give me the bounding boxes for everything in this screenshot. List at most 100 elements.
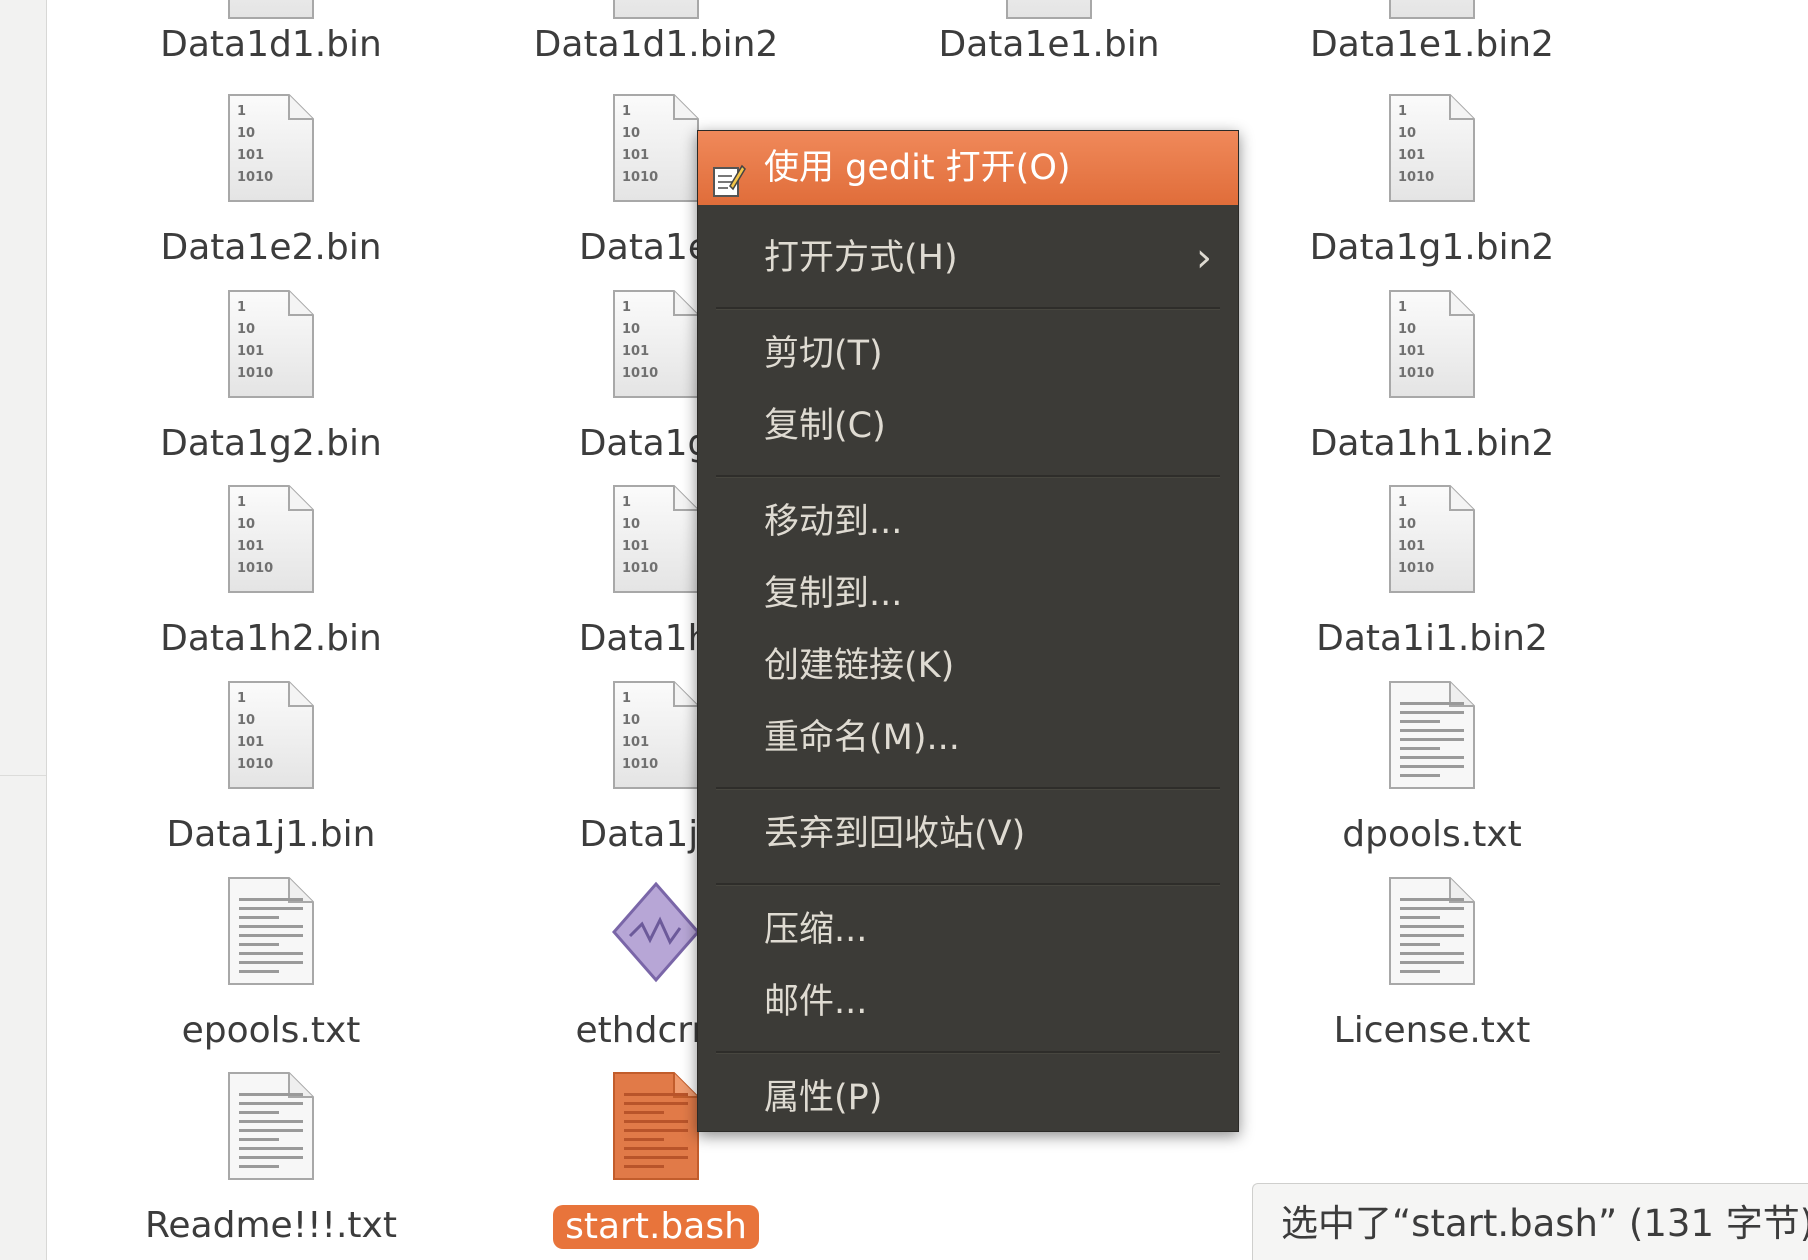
file-name-label: dpools.txt — [1342, 814, 1522, 855]
binary-file-icon: 110 1011010 — [225, 0, 317, 22]
file-item[interactable]: 1 10 101 1010 Data1g2.bin — [126, 289, 416, 489]
file-name-label: Data1d1.bin — [160, 24, 382, 65]
svg-text:10: 10 — [622, 126, 640, 141]
svg-text:101: 101 — [622, 148, 649, 163]
svg-text:10: 10 — [1398, 126, 1416, 141]
script-file-icon — [610, 1071, 702, 1183]
gedit-edit-icon — [712, 150, 746, 197]
svg-text:10: 10 — [237, 713, 255, 728]
svg-text:101: 101 — [622, 735, 649, 750]
file-name-label: Data1e2.bin — [160, 227, 382, 268]
menu-item-compress[interactable]: 压缩... — [698, 897, 1238, 963]
menu-item-move-to[interactable]: 移动到... — [698, 489, 1238, 555]
svg-text:1010: 1010 — [237, 561, 273, 576]
file-name-label: Readme!!!.txt — [145, 1205, 397, 1246]
svg-text:10: 10 — [622, 322, 640, 337]
svg-text:1: 1 — [237, 495, 246, 510]
svg-text:1: 1 — [622, 104, 631, 119]
file-name-label: Data1e1.bin2 — [1310, 24, 1554, 65]
menu-item-rename[interactable]: 重命名(M)... — [698, 705, 1238, 771]
file-item[interactable]: Readme!!!.txt — [126, 1071, 416, 1260]
file-name-label: Data1i1.bin2 — [1316, 618, 1548, 659]
svg-text:1010: 1010 — [237, 366, 273, 381]
menu-item-label: 创建链接(K) — [764, 646, 955, 686]
text-file-icon — [1386, 876, 1478, 988]
svg-text:101: 101 — [622, 539, 649, 554]
menu-item-open-with-submenu[interactable]: 打开方式(H) › — [698, 225, 1238, 291]
menu-item-label: 剪切(T) — [764, 334, 883, 374]
menu-item-label: 打开方式(H) — [764, 238, 958, 278]
svg-text:10: 10 — [237, 517, 255, 532]
binary-file-icon: 110 1011010 — [610, 0, 702, 22]
file-name-label: Data1h1.bin2 — [1309, 423, 1555, 464]
svg-text:1: 1 — [622, 300, 631, 315]
file-name-label: License.txt — [1333, 1010, 1531, 1051]
svg-text:1: 1 — [237, 300, 246, 315]
file-item[interactable]: 1 10 101 1010 Data1e2.bin — [126, 93, 416, 293]
menu-item-cut[interactable]: 剪切(T) — [698, 321, 1238, 387]
svg-text:10: 10 — [1398, 322, 1416, 337]
file-name-label: Data1j1.bin — [166, 814, 376, 855]
menu-item-create-link[interactable]: 创建链接(K) — [698, 633, 1238, 699]
file-item[interactable]: License.txt — [1287, 876, 1577, 1076]
binary-file-icon: 110 1011010 — [225, 680, 317, 792]
svg-text:1: 1 — [1398, 300, 1407, 315]
menu-item-label: 复制(C) — [764, 406, 886, 446]
svg-text:1: 1 — [237, 104, 246, 119]
binary-file-icon: 110 1011010 — [225, 93, 317, 205]
file-item[interactable]: 1 10 101 1010 Data1j1.bin — [126, 680, 416, 880]
menu-item-copy-to[interactable]: 复制到... — [698, 561, 1238, 627]
file-item[interactable]: epools.txt — [126, 876, 416, 1076]
svg-text:1: 1 — [237, 691, 246, 706]
svg-text:101: 101 — [237, 539, 264, 554]
svg-text:1010: 1010 — [622, 561, 658, 576]
svg-text:1010: 1010 — [237, 0, 273, 2]
binary-file-icon: 110 1011010 — [1386, 93, 1478, 205]
file-item[interactable]: dpools.txt — [1287, 680, 1577, 880]
svg-text:1010: 1010 — [237, 170, 273, 185]
context-menu: 使用 gedit 打开(O) 打开方式(H) › 剪切(T) 复制(C) 移动到... 复制… — [697, 130, 1239, 1132]
menu-item-email[interactable]: 邮件... — [698, 969, 1238, 1035]
svg-text:10: 10 — [622, 517, 640, 532]
binary-file-icon: 110 1011010 — [610, 93, 702, 205]
menu-separator — [716, 1051, 1220, 1054]
menu-separator — [716, 307, 1220, 310]
file-item[interactable]: 1 10 101 1010 Data1g1.bin2 — [1287, 93, 1577, 293]
svg-text:1010: 1010 — [237, 757, 273, 772]
chevron-right-icon: › — [1196, 235, 1212, 281]
binary-file-icon: 1 10 101 1010 — [1386, 289, 1478, 401]
menu-item-open-with-gedit[interactable]: 使用 gedit 打开(O) — [698, 131, 1238, 205]
file-item[interactable]: 1 10 101 1010 Data1h2.bin — [126, 484, 416, 684]
status-bar: 选中了“start.bash” (131 字节) — [1252, 1183, 1808, 1260]
file-name-label: Data1g1.bin2 — [1309, 227, 1555, 268]
menu-item-copy[interactable]: 复制(C) — [698, 393, 1238, 459]
menu-item-move-to-trash[interactable]: 丢弃到回收站(V) — [698, 801, 1238, 867]
svg-text:1: 1 — [622, 691, 631, 706]
binary-file-icon: 110 1011010 — [610, 289, 702, 401]
svg-text:101: 101 — [237, 148, 264, 163]
binary-file-icon: 110 1011010 — [225, 289, 317, 401]
file-name-label: start.bash — [553, 1205, 759, 1249]
svg-text:101: 101 — [1398, 539, 1425, 554]
text-file-icon — [1386, 680, 1478, 792]
svg-text:101: 101 — [237, 344, 264, 359]
text-file-icon — [225, 876, 317, 988]
file-name-label: epools.txt — [181, 1010, 361, 1051]
menu-item-label: 移动到... — [764, 502, 903, 542]
binary-file-icon: 1 10 101 1010 — [225, 484, 317, 596]
svg-text:1010: 1010 — [1015, 0, 1051, 2]
file-name-label: Data1d1.bin2 — [533, 24, 779, 65]
sidebar-divider — [0, 775, 46, 776]
file-item[interactable]: 1 10 101 1010 Data1i1.bin2 — [1287, 484, 1577, 684]
svg-text:101: 101 — [1398, 344, 1425, 359]
file-item[interactable]: 1 10 101 1010 Data1h1.bin2 — [1287, 289, 1577, 489]
svg-text:101: 101 — [622, 344, 649, 359]
svg-text:1010: 1010 — [1398, 561, 1434, 576]
file-name-label: Data1e1.bin — [938, 24, 1160, 65]
svg-text:1: 1 — [1398, 104, 1407, 119]
svg-text:101: 101 — [1398, 148, 1425, 163]
svg-text:10: 10 — [622, 713, 640, 728]
binary-file-icon: 110 1011010 — [1386, 484, 1478, 596]
menu-item-properties[interactable]: 属性(P) — [698, 1065, 1238, 1131]
svg-text:1010: 1010 — [1398, 366, 1434, 381]
